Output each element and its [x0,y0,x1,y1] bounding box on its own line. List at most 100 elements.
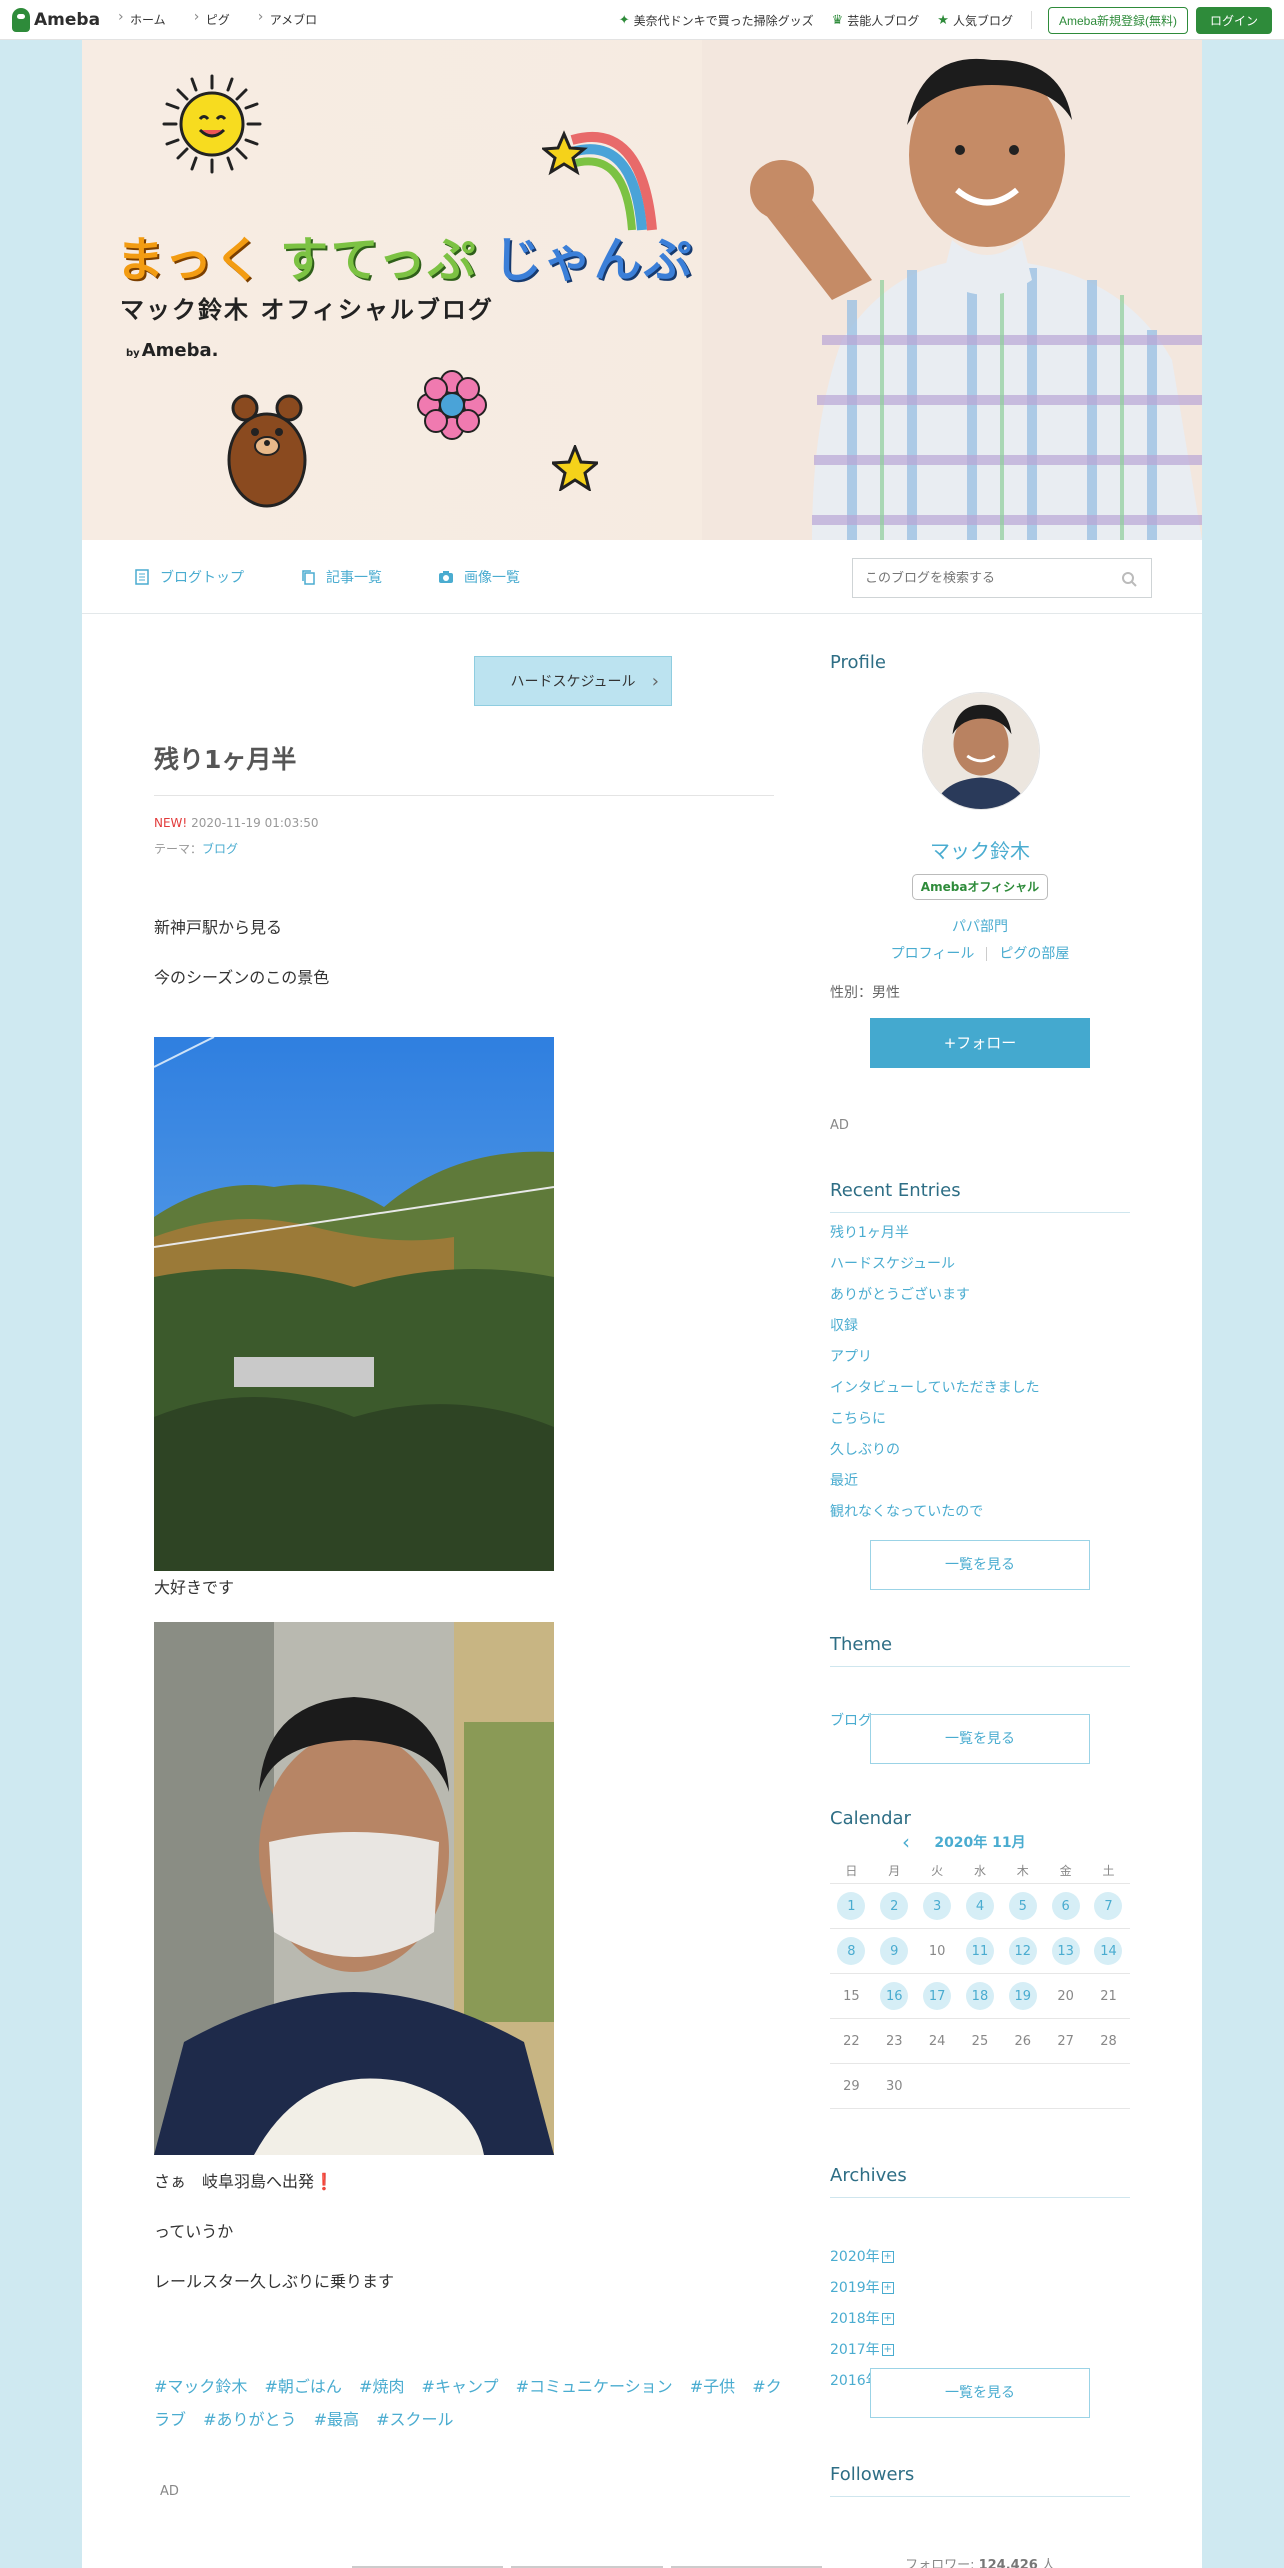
calendar-day[interactable]: 14 [1087,1929,1130,1973]
calendar-day-with-post[interactable]: 18 [965,1982,994,2010]
calendar-day-with-post[interactable]: 3 [923,1892,952,1920]
article-photo-selfie[interactable] [154,1622,554,2155]
hashtag[interactable]: #スクール [376,2410,453,2429]
hashtag[interactable]: #コミュニケーション [516,2377,673,2396]
avatar[interactable] [922,692,1040,810]
calendar-day[interactable]: 19 [1001,1974,1044,2018]
calendar-day-with-post[interactable]: 9 [880,1937,909,1965]
recent-entry[interactable]: 残り1ヶ月半 [830,1223,1040,1254]
calendar-day-with-post[interactable]: 17 [923,1982,952,2010]
nav-pigg[interactable]: ピグ [194,9,230,28]
calendar-day[interactable]: 2 [873,1884,916,1928]
recent-more-button[interactable]: 一覧を見る [870,1540,1090,1590]
blogger-photo-banner [702,40,1202,540]
article-title[interactable]: 残り1ヶ月半 [154,740,296,776]
recent-entry[interactable]: 収録 [830,1316,1040,1347]
calendar-day-with-post[interactable]: 7 [1094,1892,1123,1920]
calendar-day-with-post[interactable]: 6 [1051,1892,1080,1920]
nav-home[interactable]: ホーム [118,9,166,28]
hashtag[interactable]: #焼肉 [359,2377,404,2396]
article-photo-landscape[interactable] [154,1037,554,1571]
calendar-day[interactable]: 7 [1087,1884,1130,1928]
calendar-day[interactable]: 9 [873,1929,916,1973]
theme-more-button[interactable]: 一覧を見る [870,1714,1090,1764]
expand-icon[interactable]: + [881,2313,894,2325]
article-date: NEW! 2020-11-19 01:03:50 [154,816,319,830]
calendar-day: 22 [843,2033,860,2049]
calendar-day[interactable]: 16 [873,1974,916,2018]
expand-icon[interactable]: + [881,2282,894,2294]
profile-category[interactable]: パパ部門 [830,916,1130,936]
archive-year[interactable]: 2019年 + [830,2278,894,2309]
calendar-day[interactable]: 6 [1044,1884,1087,1928]
hashtag[interactable]: #マック鈴木 [154,2377,247,2396]
topbar-link-goods[interactable]: ✦ 美奈代ドンキで買った掃除グッズ [619,12,814,29]
calendar-day [1044,2064,1087,2108]
expand-icon[interactable]: + [881,2344,894,2356]
calendar-day-with-post[interactable]: 5 [1008,1892,1037,1920]
profile-link[interactable]: プロフィール [891,946,975,962]
nav-blog-top[interactable]: ブログトップ [134,567,244,587]
hashtag[interactable]: #キャンプ [422,2377,499,2396]
prev-entry-button[interactable]: ハードスケジュール › [474,656,672,706]
recent-entry[interactable]: 観れなくなっていたので [830,1502,1040,1533]
calendar-day-with-post[interactable]: 12 [1008,1937,1037,1965]
recent-entry[interactable]: インタビューしていただきました [830,1378,1040,1409]
calendar-day[interactable]: 18 [959,1974,1002,2018]
calendar-day-with-post[interactable]: 1 [837,1892,866,1920]
recent-entry[interactable]: こちらに [830,1409,1040,1440]
follow-button[interactable]: +フォロー [870,1018,1090,1068]
calendar-day[interactable]: 11 [959,1929,1002,1973]
calendar-day[interactable]: 3 [916,1884,959,1928]
blog-header-banner[interactable]: まっく すてっぷ じゃんぷ マック鈴木 オフィシャルブログ by Ameba. [82,40,1202,540]
recent-entries-heading: Recent Entries [830,1180,961,1201]
recent-entry[interactable]: 最近 [830,1471,1040,1502]
calendar-day[interactable]: 5 [1001,1884,1044,1928]
login-button[interactable]: ログイン [1195,6,1272,34]
archive-year[interactable]: 2018年 + [830,2309,894,2340]
calendar-day-with-post[interactable]: 13 [1051,1937,1080,1965]
calendar-day-with-post[interactable]: 8 [837,1937,866,1965]
calendar-day-with-post[interactable]: 2 [880,1892,909,1920]
hashtag[interactable]: #ありがとう [203,2410,296,2429]
calendar-day[interactable]: 12 [1001,1929,1044,1973]
nav-image-list[interactable]: 画像一覧 [438,567,520,587]
recent-entry[interactable]: ありがとうございます [830,1285,1040,1316]
search-icon[interactable] [1121,571,1137,587]
calendar-day-with-post[interactable]: 14 [1094,1937,1123,1965]
hashtag[interactable]: #朝ごはん [265,2377,342,2396]
blog-search-input[interactable] [865,570,1115,586]
archive-year[interactable]: 2017年 + [830,2340,894,2371]
hashtag[interactable]: #最高 [314,2410,359,2429]
hashtag[interactable]: #子供 [690,2377,735,2396]
calendar-day-with-post[interactable]: 11 [965,1937,994,1965]
topbar-link-celebrity[interactable]: ♛ 芸能人ブログ [832,12,920,29]
profile-name[interactable]: マック鈴木 [830,835,1130,864]
calendar-day[interactable]: 13 [1044,1929,1087,1973]
calendar-day: 21 [1100,1988,1117,2004]
recent-entry[interactable]: 久しぶりの [830,1440,1040,1471]
recent-entry[interactable]: ハードスケジュール [830,1254,1040,1285]
archive-year[interactable]: 2020年 + [830,2247,894,2278]
calendar-day[interactable]: 8 [830,1929,873,1973]
expand-icon[interactable]: + [881,2251,894,2263]
section-divider [830,2496,1130,2497]
register-button[interactable]: Ameba新規登録(無料) [1047,6,1188,34]
prev-entry-label: ハードスケジュール [510,674,636,690]
calendar-weekday: 日 [845,1864,858,1878]
calendar-day[interactable]: 4 [959,1884,1002,1928]
calendar-day-with-post[interactable]: 19 [1008,1982,1037,2010]
calendar-day[interactable]: 17 [916,1974,959,2018]
calendar-day-with-post[interactable]: 16 [880,1982,909,2010]
theme-link[interactable]: ブログ [202,842,238,856]
nav-entry-list[interactable]: 記事一覧 [300,567,382,587]
followers-label: フォロワー: [905,2558,979,2568]
pigg-room-link[interactable]: ピグの部屋 [999,946,1069,962]
archives-more-button[interactable]: 一覧を見る [870,2368,1090,2418]
topbar-link-popular[interactable]: ★ 人気ブログ [937,12,1013,29]
calendar-day-with-post[interactable]: 4 [965,1892,994,1920]
calendar-day[interactable]: 1 [830,1884,873,1928]
recent-entry[interactable]: アプリ [830,1347,1040,1378]
ameba-logo[interactable]: Ameba [12,7,100,32]
nav-ameblo[interactable]: アメブロ [258,9,317,28]
